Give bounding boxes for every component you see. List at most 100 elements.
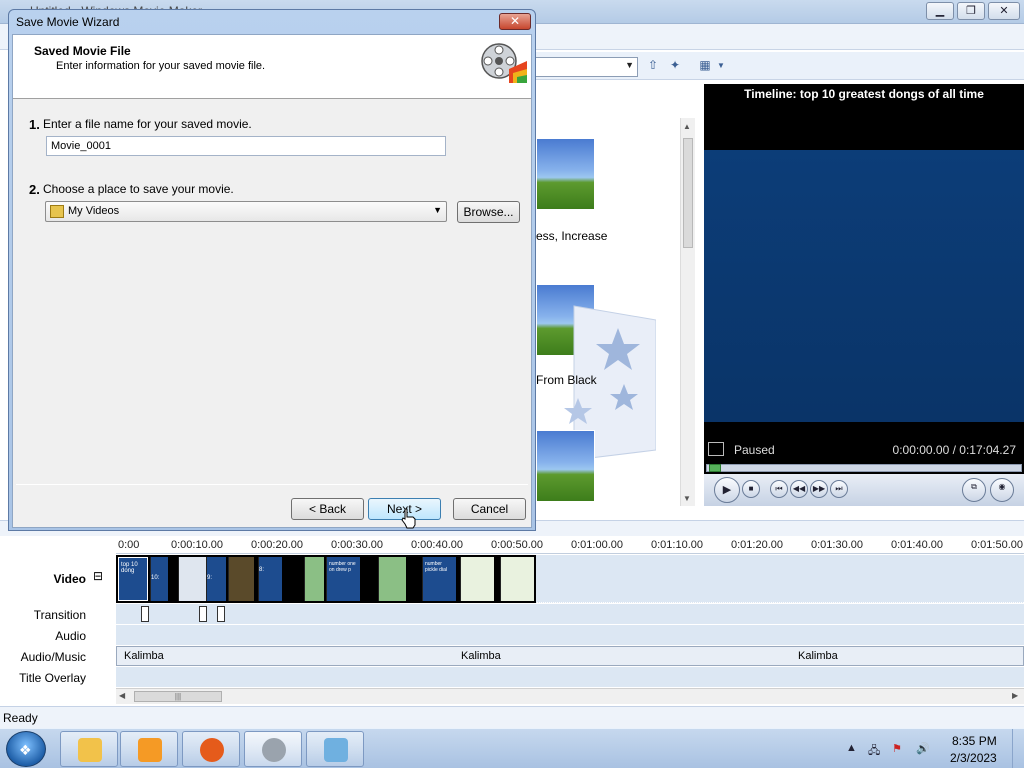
- video-clip[interactable]: 8:: [258, 557, 282, 601]
- detach-monitor-icon[interactable]: [708, 442, 724, 456]
- chevron-down-icon[interactable]: ▼: [712, 61, 730, 77]
- stop-button[interactable]: ■: [742, 480, 760, 498]
- snapshot-camera-icon[interactable]: ◉: [990, 478, 1014, 502]
- ruler-tick: 0:01:30.00: [811, 539, 863, 551]
- wizard-subheading: Enter information for your saved movie f…: [56, 60, 266, 72]
- scroll-left-icon[interactable]: ◀: [119, 691, 125, 700]
- timeline-ruler[interactable]: 0:00 0:00:10.00 0:00:20.00 0:00:30.00 0:…: [116, 536, 1024, 554]
- transition-track[interactable]: [116, 604, 1024, 624]
- new-folder-icon[interactable]: ✦: [666, 58, 684, 74]
- video-clip[interactable]: [460, 557, 494, 601]
- scroll-down-icon[interactable]: ▼: [683, 494, 691, 503]
- restore-button[interactable]: ❐: [957, 2, 985, 20]
- collection-dropdown[interactable]: ▼: [534, 57, 638, 77]
- clock-date[interactable]: 2/3/2023: [950, 751, 997, 765]
- video-clip[interactable]: number one on drew p: [326, 557, 360, 601]
- back-button[interactable]: < Back: [291, 498, 364, 520]
- seek-handle[interactable]: [709, 464, 721, 472]
- audio-track-label: Audio: [55, 629, 86, 643]
- music-track[interactable]: Kalimba Kalimba Kalimba: [116, 646, 1024, 666]
- chevron-down-icon[interactable]: ▼: [433, 205, 442, 215]
- video-clip[interactable]: number pickle dial: [422, 557, 456, 601]
- close-button[interactable]: ✕: [988, 2, 1020, 20]
- video-clip[interactable]: top 10 dong: [118, 557, 148, 601]
- clock-time[interactable]: 8:35 PM: [952, 734, 997, 748]
- scrollbar-thumb[interactable]: [683, 138, 693, 248]
- collections-toolbar: ▼ ⇧ ✦ ▦ ▼: [534, 52, 1024, 80]
- timeline: 0:00 0:00:10.00 0:00:20.00 0:00:30.00 0:…: [0, 536, 1024, 706]
- video-clip[interactable]: [228, 557, 254, 601]
- split-button[interactable]: ⧉: [962, 478, 986, 502]
- dialog-close-button[interactable]: ✕: [499, 13, 531, 30]
- video-track-label: Video: [53, 572, 86, 586]
- status-text: Ready: [3, 711, 38, 725]
- audio-track[interactable]: [116, 625, 1024, 645]
- taskbar-explorer[interactable]: [60, 731, 118, 767]
- start-button[interactable]: ❖: [6, 731, 46, 767]
- scroll-up-icon[interactable]: ▲: [683, 122, 691, 131]
- timeline-scrollbar[interactable]: ◀ ||| ▶: [116, 688, 1024, 704]
- forward-button[interactable]: ▶▶: [810, 480, 828, 498]
- file-name-input[interactable]: [46, 136, 446, 156]
- wizard-heading: Saved Movie File: [34, 44, 131, 58]
- taskbar-firefox[interactable]: [182, 731, 240, 767]
- media-player-icon: [138, 738, 162, 762]
- scrollbar-thumb[interactable]: |||: [134, 691, 222, 702]
- status-bar: Ready: [0, 706, 1024, 728]
- rewind-button[interactable]: ◀◀: [790, 480, 808, 498]
- folder-icon: [50, 205, 64, 218]
- video-clip[interactable]: [178, 557, 206, 601]
- transition-marker[interactable]: [217, 606, 225, 622]
- mouse-cursor-icon: [401, 508, 416, 529]
- preview-title: Timeline: top 10 greatest dongs of all t…: [744, 87, 984, 101]
- network-icon[interactable]: 🖧: [868, 742, 880, 761]
- film-reel-icon: [481, 43, 527, 83]
- taskbar-media-player[interactable]: [120, 731, 178, 767]
- cancel-button[interactable]: Cancel: [453, 498, 526, 520]
- video-clip[interactable]: [500, 557, 534, 601]
- transition-marker[interactable]: [141, 606, 149, 622]
- taskbar-paint[interactable]: [306, 731, 364, 767]
- video-clip[interactable]: 10:: [150, 557, 168, 601]
- ruler-tick: 0:00:10.00: [171, 539, 223, 551]
- preview-status: Paused 0:00:00.00 / 0:17:04.27: [704, 438, 1024, 462]
- transition-marker[interactable]: [199, 606, 207, 622]
- effects-scrollbar[interactable]: ▲ ▼: [680, 118, 695, 506]
- save-location-value: My Videos: [68, 205, 120, 217]
- transition-thumbnail[interactable]: [536, 430, 595, 502]
- save-location-dropdown[interactable]: My Videos ▼: [45, 201, 447, 222]
- minimize-button[interactable]: ▁: [926, 2, 954, 20]
- play-button[interactable]: ▶: [714, 477, 740, 503]
- music-clip-label: Kalimba: [124, 650, 164, 662]
- seek-bar[interactable]: [706, 464, 1022, 472]
- collapse-icon[interactable]: ⊟: [93, 569, 103, 583]
- playback-state: Paused: [734, 443, 775, 457]
- scroll-right-icon[interactable]: ▶: [1012, 691, 1018, 700]
- next-frame-button[interactable]: ⏭: [830, 480, 848, 498]
- firefox-icon: [200, 738, 224, 762]
- video-clip[interactable]: 9:: [206, 557, 226, 601]
- music-clip-label: Kalimba: [461, 650, 501, 662]
- video-track[interactable]: top 10 dong 10: 9: 8: number one on drew…: [116, 555, 1024, 603]
- volume-icon[interactable]: 🔊: [916, 742, 930, 755]
- video-clip[interactable]: [304, 557, 324, 601]
- music-track-label: Audio/Music: [20, 650, 86, 664]
- action-center-icon[interactable]: ⚑: [892, 742, 902, 755]
- dialog-body: Saved Movie File Enter information for y…: [12, 34, 532, 528]
- preview-screen: [704, 150, 1024, 422]
- ruler-tick: 0:01:20.00: [731, 539, 783, 551]
- video-clip[interactable]: [378, 557, 406, 601]
- transition-thumbnail[interactable]: [536, 138, 595, 210]
- up-folder-icon[interactable]: ⇧: [644, 58, 662, 74]
- file-explorer-icon: [78, 738, 102, 762]
- previous-frame-button[interactable]: ⏮: [770, 480, 788, 498]
- show-hidden-icons-icon[interactable]: ▲: [846, 742, 857, 754]
- ruler-tick: 0:00:20.00: [251, 539, 303, 551]
- ruler-tick: 0:00: [118, 539, 140, 551]
- music-clip-label: Kalimba: [798, 650, 838, 662]
- taskbar-movie-maker[interactable]: [244, 731, 302, 767]
- title-overlay-track[interactable]: [116, 667, 1024, 687]
- show-desktop-button[interactable]: [1012, 729, 1024, 768]
- browse-button[interactable]: Browse...: [457, 201, 520, 223]
- ruler-tick: 0:01:40.00: [891, 539, 943, 551]
